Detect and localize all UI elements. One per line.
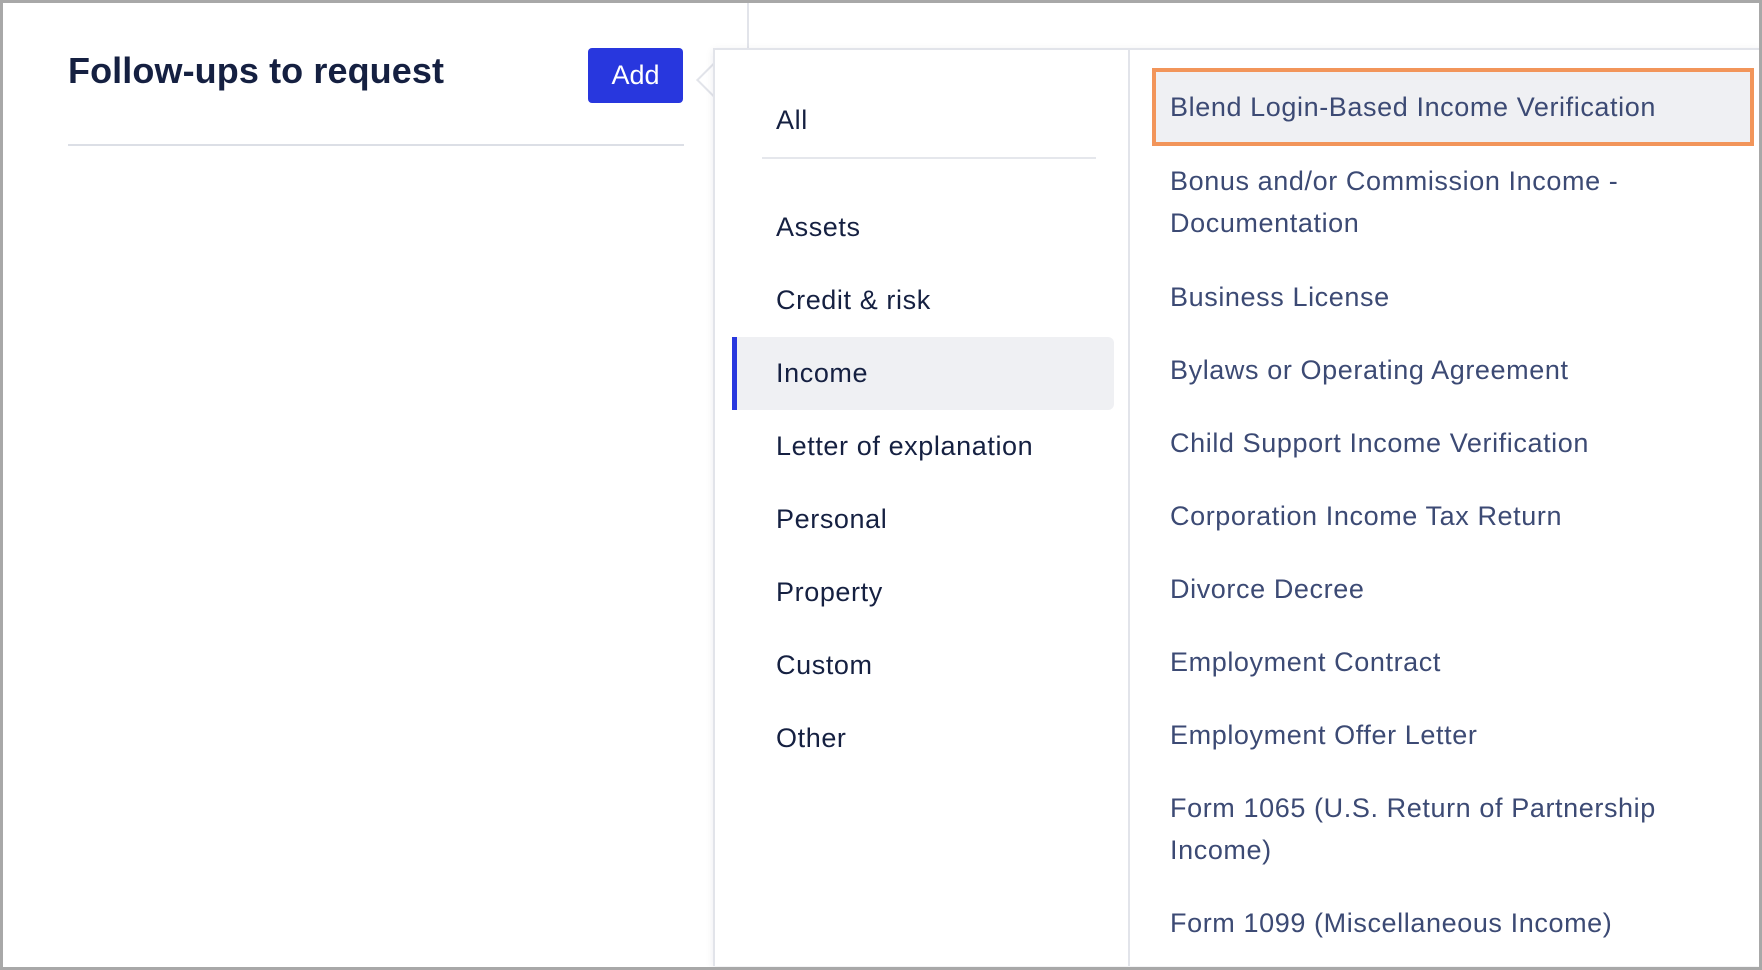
category-item-other[interactable]: Other	[732, 702, 1114, 775]
add-follow-up-dropdown: All Assets Credit & risk Income Letter o…	[713, 48, 1762, 966]
category-item-letter-of-explanation[interactable]: Letter of explanation	[732, 410, 1114, 483]
document-item-form-1099[interactable]: Form 1099 (Miscellaneous Income)	[1152, 902, 1754, 944]
follow-ups-panel: Follow-ups to request Add	[0, 0, 746, 970]
category-item-all[interactable]: All	[732, 84, 1114, 157]
document-item-child-support[interactable]: Child Support Income Verification	[1152, 422, 1754, 464]
panel-title: Follow-ups to request	[68, 50, 445, 91]
category-item-credit-risk[interactable]: Credit & risk	[732, 264, 1114, 337]
title-divider	[68, 144, 684, 146]
document-item-bylaws[interactable]: Bylaws or Operating Agreement	[1152, 349, 1754, 391]
category-item-custom[interactable]: Custom	[732, 629, 1114, 702]
category-divider	[762, 157, 1096, 159]
category-list: All Assets Credit & risk Income Letter o…	[715, 50, 1130, 966]
category-item-personal[interactable]: Personal	[732, 483, 1114, 556]
column-divider	[747, 0, 749, 48]
document-list: Blend Login-Based Income Verification Bo…	[1132, 50, 1762, 966]
document-item-corporation-tax-return[interactable]: Corporation Income Tax Return	[1152, 495, 1754, 537]
document-item-divorce-decree[interactable]: Divorce Decree	[1152, 568, 1754, 610]
category-item-assets[interactable]: Assets	[732, 191, 1114, 264]
document-item-employment-offer-letter[interactable]: Employment Offer Letter	[1152, 714, 1754, 756]
category-item-property[interactable]: Property	[732, 556, 1114, 629]
document-item-business-license[interactable]: Business License	[1152, 276, 1754, 318]
document-item-employment-contract[interactable]: Employment Contract	[1152, 641, 1754, 683]
category-item-income[interactable]: Income	[732, 337, 1114, 410]
document-item-bonus-commission[interactable]: Bonus and/or Commission Income - Documen…	[1152, 160, 1754, 244]
add-button[interactable]: Add	[588, 48, 683, 103]
document-item-form-1065[interactable]: Form 1065 (U.S. Return of Partnership In…	[1152, 787, 1754, 871]
document-item-blend-login-income[interactable]: Blend Login-Based Income Verification	[1152, 68, 1754, 146]
